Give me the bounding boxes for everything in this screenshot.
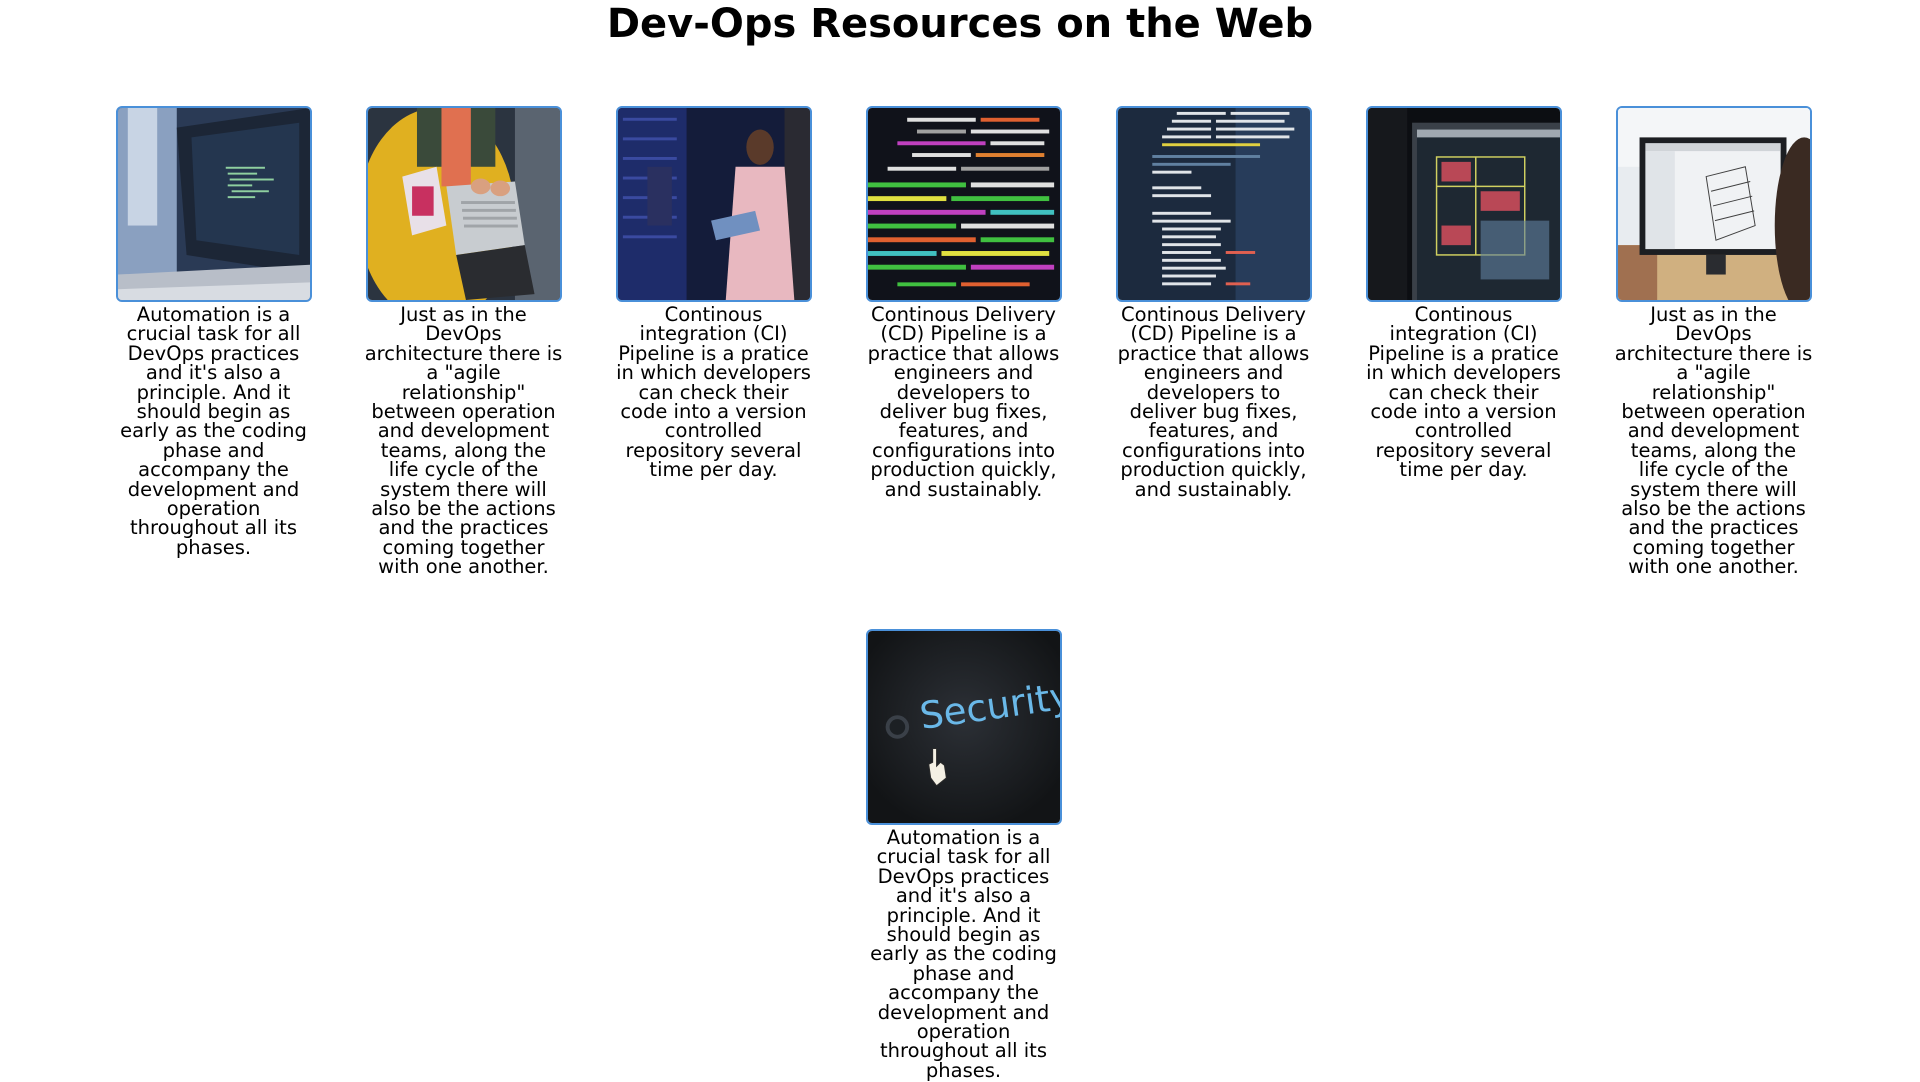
- resource-image-server-room[interactable]: [615, 106, 812, 302]
- resource-image-cad-monitor[interactable]: [1365, 106, 1562, 302]
- resource-image-code-editor[interactable]: [1115, 106, 1312, 302]
- resource-caption: Continous Delivery (CD) Pipeline is a pr…: [867, 303, 1060, 501]
- resource-image-typing-laptop[interactable]: [365, 106, 562, 302]
- resource-card: Just as in the DevOps architecture there…: [364, 106, 563, 577]
- resource-caption: Automation is a crucial task for all Dev…: [120, 303, 307, 559]
- resource-image-security[interactable]: Security: [865, 629, 1062, 825]
- resource-caption: Just as in the DevOps architecture there…: [1614, 303, 1813, 579]
- resource-caption: Just as in the DevOps architecture there…: [364, 303, 563, 579]
- resource-card: Continous Delivery (CD) Pipeline is a pr…: [864, 106, 1063, 499]
- page-title: Dev-Ops Resources on the Web: [606, 1, 1314, 47]
- resource-caption: Automation is a crucial task for all Dev…: [870, 826, 1057, 1082]
- resource-caption: Continous integration (CI) Pipeline is a…: [616, 303, 811, 482]
- resource-card: Continous integration (CI) Pipeline is a…: [614, 106, 813, 480]
- resource-image-laptop-code[interactable]: [115, 106, 312, 302]
- resource-card: Just as in the DevOps architecture there…: [1614, 106, 1813, 577]
- resource-card: Automation is a crucial task for all Dev…: [114, 106, 313, 557]
- resource-card: Continous integration (CI) Pipeline is a…: [1364, 106, 1563, 480]
- resource-image-engineering-monitor[interactable]: [1615, 106, 1812, 302]
- resource-image-colorful-code[interactable]: [865, 106, 1062, 302]
- resource-card: Continous Delivery (CD) Pipeline is a pr…: [1114, 106, 1313, 499]
- resource-caption: Continous integration (CI) Pipeline is a…: [1366, 303, 1561, 482]
- resource-caption: Continous Delivery (CD) Pipeline is a pr…: [1117, 303, 1310, 501]
- resource-card: Security Automation is a crucial task fo…: [864, 629, 1063, 1080]
